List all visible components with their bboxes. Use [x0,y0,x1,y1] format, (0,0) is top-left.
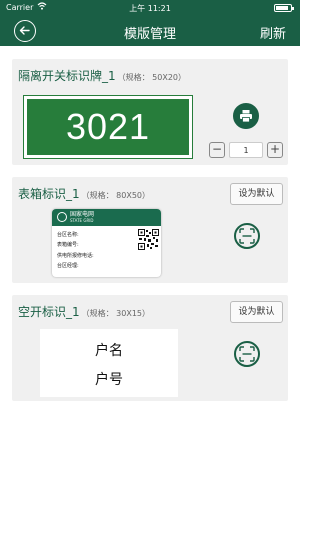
status-bar: Carrier 上午 11:21 [0,0,300,16]
status-time: 上午 11:21 [129,4,171,13]
quantity-input[interactable]: 1 [229,142,263,158]
scan-button[interactable] [234,223,260,249]
meter-label-preview: 国家电网 STATE GRID 台区名称: 表箱编号: 供电所报修电话: 台区经… [52,209,161,277]
template-name: 空开标识_1 [18,305,80,319]
template-title: 隔离开关标识牌_1 （规格： 50X20） [18,67,186,84]
label-row: 表箱编号: [57,242,79,248]
template-spec: （规格： 50X20） [117,73,187,82]
template-title: 空开标识_1 （规格： 30X15） [18,303,150,320]
qr-code-icon [138,229,159,250]
label-row: 台区经理: [57,263,79,269]
set-default-button[interactable]: 设为默认 [230,301,283,323]
template-title: 表箱标识_1 （规格： 80X50） [18,185,150,202]
plate-preview: 3021 [23,95,193,159]
page-title: 模版管理 [123,27,176,42]
template-spec: （规格： 80X50） [81,191,151,200]
printer-icon [240,110,252,123]
print-button[interactable] [233,103,259,129]
template-card-breaker[interactable]: 空开标识_1 （规格： 30X15） 设为默认 户名 户号 [12,295,288,401]
set-default-button[interactable]: 设为默认 [230,183,283,205]
refresh-button[interactable]: 刷新 [260,23,286,42]
label-row: 台区名称: [57,232,79,238]
scan-icon [239,228,255,244]
template-card-meter-box[interactable]: 表箱标识_1 （规格： 80X50） 设为默认 国家电网 STATE GRID 台… [12,177,288,283]
state-grid-logo-icon [57,212,67,222]
quantity-stepper: − 1 + [209,142,283,159]
battery-icon [274,4,294,12]
scan-icon [239,346,255,362]
scan-button[interactable] [234,341,260,367]
label-row: 供电所报修电话: [57,253,94,259]
decrement-button[interactable]: − [209,142,225,158]
label-header: 国家电网 STATE GRID [52,209,161,226]
template-spec: （规格： 30X15） [81,309,151,318]
template-card-isolation-switch[interactable]: 隔离开关标识牌_1 （规格： 50X20） 3021 − 1 + [12,59,288,165]
label-line-account-name: 户名 [95,343,123,359]
nav-bar: 模版管理 刷新 [0,16,300,46]
label-brand: 国家电网 [70,211,95,218]
label-line-account-number: 户号 [95,372,123,388]
increment-button[interactable]: + [267,142,283,158]
template-name: 隔离开关标识牌_1 [18,69,116,83]
label-brand-en: STATE GRID [70,218,94,223]
breaker-label-preview: 户名 户号 [40,329,178,397]
template-name: 表箱标识_1 [18,187,80,201]
plate-number: 3021 [65,106,151,147]
